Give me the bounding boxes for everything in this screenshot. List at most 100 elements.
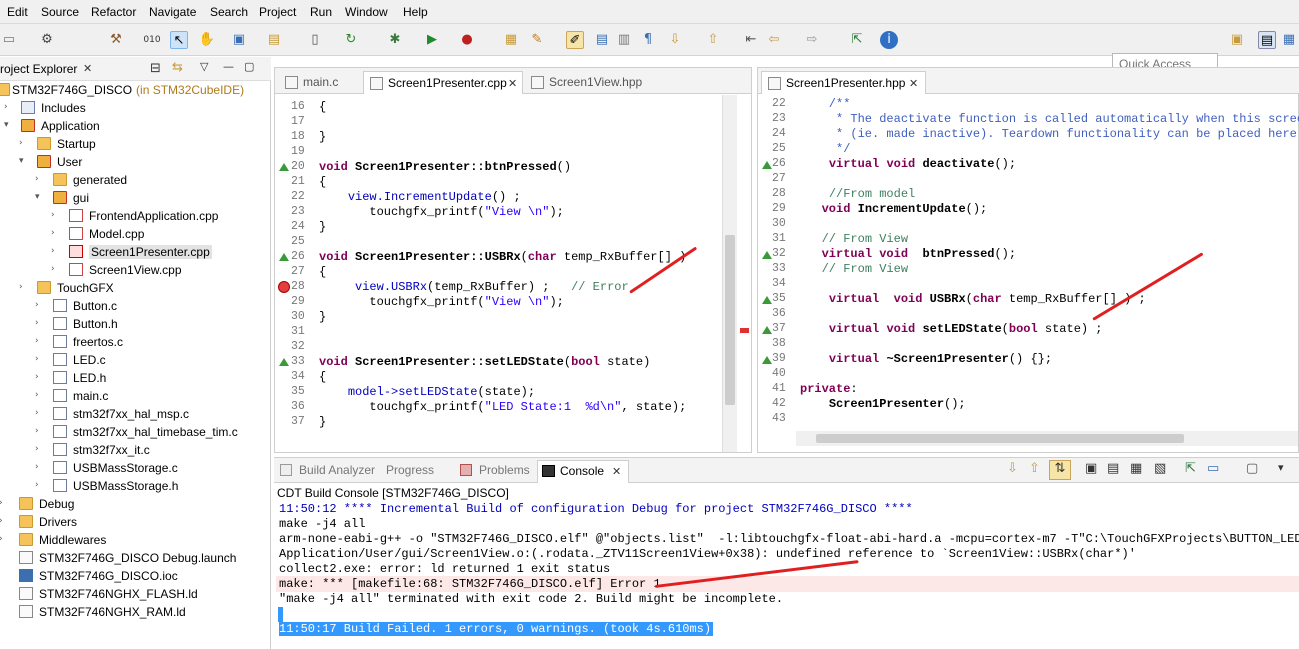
pin-icon[interactable]: ⇱ (848, 31, 866, 49)
override-marker-icon[interactable] (762, 161, 772, 169)
minimize-icon[interactable]: — (223, 60, 234, 73)
scroll-down-icon[interactable]: ⇩ (1007, 461, 1018, 476)
tab-console[interactable]: Console ✕ (537, 460, 629, 483)
tree-item[interactable]: › USBMassStorage.h (0, 477, 271, 495)
override-marker-icon[interactable] (762, 251, 772, 259)
override-marker-icon[interactable] (762, 296, 772, 304)
display-console-icon[interactable]: ▭ (1207, 461, 1219, 476)
new-file-icon[interactable]: ▯ (306, 31, 324, 49)
tab-screen1presenter-hpp[interactable]: Screen1Presenter.hpp ✕ (761, 71, 926, 94)
tree-item[interactable]: STM32F746G_DISCO.ioc (0, 567, 271, 585)
tab-screen1view-hpp[interactable]: Screen1View.hpp (525, 71, 655, 94)
tree-item[interactable]: › freertos.c (0, 333, 271, 351)
tree-item[interactable]: STM32F746G_DISCO Debug.launch (0, 549, 271, 567)
collapse-arrow-icon[interactable]: › (35, 480, 39, 490)
tree-item[interactable]: › USBMassStorage.c (0, 459, 271, 477)
override-marker-icon[interactable] (762, 326, 772, 334)
vertical-scrollbar[interactable] (722, 95, 737, 452)
tree-item[interactable]: STM32F746NGHX_RAM.ld (0, 603, 271, 621)
collapse-arrow-icon[interactable]: › (35, 354, 39, 364)
save-icon[interactable]: ▭ (0, 31, 18, 49)
tree-item[interactable]: › TouchGFX (0, 279, 271, 297)
debug-bug-icon[interactable]: ✱ (386, 31, 404, 49)
collapse-arrow-icon[interactable]: › (51, 228, 55, 238)
collapse-arrow-icon[interactable]: › (35, 300, 39, 310)
scroll-thumb[interactable] (725, 235, 735, 405)
tree-item[interactable]: › Drivers (0, 513, 271, 531)
tree-item[interactable]: › Model.cpp (0, 225, 271, 243)
menu-navigate[interactable]: Navigate (149, 5, 196, 19)
next-annotation-icon[interactable]: ⇩ (666, 31, 684, 49)
collapse-arrow-icon[interactable]: › (19, 138, 23, 148)
collapse-all-icon[interactable]: ⊟ (150, 61, 161, 76)
tree-project-root[interactable]: ▾STM32F746G_DISCO(in STM32CubeIDE) (0, 81, 271, 99)
tree-item[interactable]: › Screen1View.cpp (0, 261, 271, 279)
tree-item[interactable]: › LED.c (0, 351, 271, 369)
scroll-lock-icon[interactable]: ⇅ (1049, 460, 1071, 480)
close-icon[interactable]: ✕ (83, 62, 92, 75)
build-hammer-icon[interactable]: ⚒ (107, 31, 125, 49)
collapse-arrow-icon[interactable]: › (51, 246, 55, 256)
cursor-icon[interactable]: ↖ (170, 31, 188, 49)
tree-item[interactable]: › Includes (0, 99, 271, 117)
pilcrow-icon[interactable]: ¶ (639, 31, 657, 49)
last-edit-icon[interactable]: ⇤ (742, 31, 760, 49)
override-marker-icon[interactable] (279, 253, 289, 261)
collapse-arrow-icon[interactable]: › (35, 408, 39, 418)
refresh-icon[interactable]: ↻ (342, 31, 360, 49)
scroll-up-icon[interactable]: ⇧ (1029, 461, 1040, 476)
tree-item[interactable]: › Startup (0, 135, 271, 153)
collapse-arrow-icon[interactable]: › (0, 534, 3, 544)
collapse-arrow-icon[interactable]: › (4, 102, 8, 112)
override-marker-icon[interactable] (279, 358, 289, 366)
code-area-left[interactable]: 16{17 18} 19 20 void Screen1Presenter::btnPr… (275, 95, 737, 452)
tree-item[interactable]: ▾ gui (0, 189, 271, 207)
close-icon[interactable]: ✕ (508, 77, 517, 90)
menu-source[interactable]: Source (41, 5, 79, 19)
expand-arrow-icon[interactable]: ▾ (4, 120, 9, 130)
collapse-arrow-icon[interactable]: › (35, 372, 39, 382)
menu-project[interactable]: Project (259, 5, 296, 19)
tree-item[interactable]: › main.c (0, 387, 271, 405)
tab-screen1presenter-cpp[interactable]: Screen1Presenter.cpp ✕ (363, 71, 523, 94)
collapse-arrow-icon[interactable]: › (35, 462, 39, 472)
collapse-arrow-icon[interactable]: › (35, 390, 39, 400)
error-overview-marker[interactable] (740, 328, 749, 333)
collapse-arrow-icon[interactable]: › (0, 516, 3, 526)
tab-main-c[interactable]: main.c (279, 71, 361, 94)
tree-item[interactable]: › Screen1Presenter.cpp (0, 243, 271, 261)
code-area-right[interactable]: 22 /** 23 * The deactivate function is ca… (758, 95, 1299, 431)
close-icon[interactable]: ✕ (612, 465, 621, 478)
collapse-arrow-icon[interactable]: › (35, 174, 39, 184)
collapse-arrow-icon[interactable]: › (35, 426, 39, 436)
tree-item[interactable]: › Debug (0, 495, 271, 513)
hand-icon[interactable]: ✋ (198, 31, 216, 49)
tree-item[interactable]: › FrontendApplication.cpp (0, 207, 271, 225)
maximize-icon[interactable]: ▢ (244, 60, 254, 73)
menu-run[interactable]: Run (310, 5, 332, 19)
collapse-arrow-icon[interactable]: › (51, 210, 55, 220)
prev-annotation-icon[interactable]: ⇧ (704, 31, 722, 49)
collapse-arrow-icon[interactable]: › (35, 336, 39, 346)
collapse-arrow-icon[interactable]: › (51, 264, 55, 274)
highlight-icon[interactable]: ✐ (566, 31, 584, 49)
tree-item[interactable]: › stm32f7xx_it.c (0, 441, 271, 459)
menu-search[interactable]: Search (210, 5, 248, 19)
tree-item[interactable]: › stm32f7xx_hal_timebase_tim.c (0, 423, 271, 441)
search-icon[interactable]: ✎ (528, 31, 546, 49)
paste-icon[interactable]: ▤ (1107, 461, 1119, 476)
view-menu-icon[interactable]: ▾ (1278, 461, 1284, 474)
tree-item[interactable]: ▾ User (0, 153, 271, 171)
horizontal-scrollbar[interactable] (796, 431, 1298, 446)
binary-icon[interactable]: 010 (143, 31, 161, 49)
perspective-icon[interactable]: ▣ (1228, 31, 1246, 49)
clear-console-icon[interactable]: ▧ (1154, 461, 1166, 476)
tree-item[interactable]: › Button.h (0, 315, 271, 333)
new-project-icon[interactable]: ▣ (230, 31, 248, 49)
override-marker-icon[interactable] (762, 356, 772, 364)
expand-arrow-icon[interactable]: ▾ (19, 156, 24, 166)
new-console-icon[interactable]: ▢ (1246, 461, 1258, 476)
menu-refactor[interactable]: Refactor (91, 5, 136, 19)
scroll-thumb[interactable] (816, 434, 1184, 443)
block-icon[interactable]: ▥ (615, 31, 633, 49)
